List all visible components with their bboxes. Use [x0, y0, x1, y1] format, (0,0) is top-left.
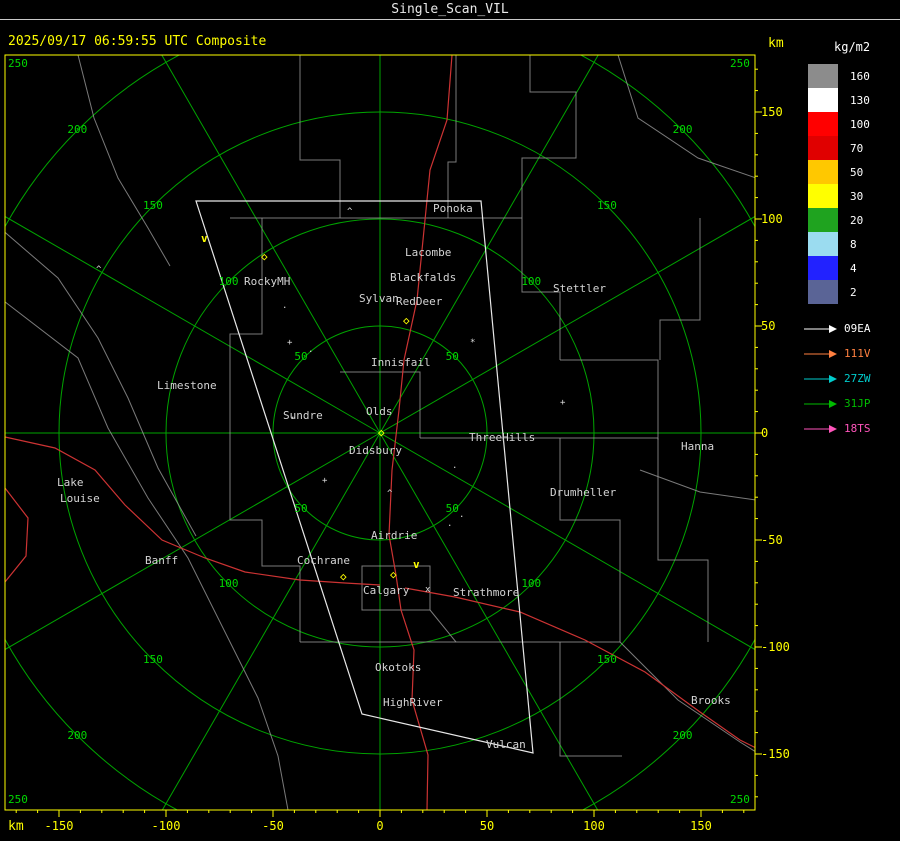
- site-arrow-icon: [804, 374, 837, 383]
- legend-level-row: 50: [800, 160, 900, 184]
- legend-level-value: 100: [850, 117, 870, 131]
- radar-plot-svg: [4, 54, 762, 817]
- legend-color-swatch: [808, 64, 838, 88]
- legend-level-row: 130: [800, 88, 900, 112]
- legend-level-value: 4: [850, 261, 857, 275]
- legend-level-value: 30: [850, 189, 864, 203]
- legend-level-row: 8: [800, 232, 900, 256]
- range-rings-layer: [5, 55, 755, 810]
- legend-level-row: 100: [800, 112, 900, 136]
- legend-level-value: 130: [850, 93, 870, 107]
- site-id-label: 31JP: [844, 397, 871, 410]
- site-id-label: 09EA: [844, 322, 871, 335]
- legend-color-swatch: [808, 88, 838, 112]
- legend-color-swatch: [808, 280, 838, 304]
- site-id-label: 18TS: [844, 422, 871, 435]
- legend-color-levels: 160 130 100 70 50 30 20 8 4 2: [800, 64, 900, 304]
- legend-site-row: 27ZW: [800, 366, 900, 391]
- site-id-label: 27ZW: [844, 372, 871, 385]
- legend-color-swatch: [808, 112, 838, 136]
- site-arrow-icon: [804, 349, 837, 358]
- legend-level-value: 70: [850, 141, 864, 155]
- legend-level-row: 20: [800, 208, 900, 232]
- legend-level-row: 160: [800, 64, 900, 88]
- legend-level-value: 2: [850, 285, 857, 299]
- legend-level-row: 2: [800, 280, 900, 304]
- legend-site-row: 18TS: [800, 416, 900, 441]
- legend-site-row: 31JP: [800, 391, 900, 416]
- site-arrow-icon: [804, 399, 837, 408]
- legend-level-row: 70: [800, 136, 900, 160]
- legend-level-value: 50: [850, 165, 864, 179]
- legend-level-value: 20: [850, 213, 864, 227]
- legend-color-swatch: [808, 208, 838, 232]
- legend-radar-sites: 09EA 111V 27ZW 31JP 18TS: [800, 316, 900, 441]
- legend-level-row: 30: [800, 184, 900, 208]
- legend-level-value: 160: [850, 69, 870, 83]
- legend-site-row: 111V: [800, 341, 900, 366]
- legend-color-swatch: [808, 136, 838, 160]
- site-id-label: 111V: [844, 347, 871, 360]
- legend-unit-label: kg/m2: [834, 40, 871, 54]
- axis-ticks: [15, 68, 762, 817]
- site-arrow-icon: [804, 424, 837, 433]
- legend-level-value: 8: [850, 237, 857, 251]
- legend-level-row: 4: [800, 256, 900, 280]
- scan-area-outline: [195, 200, 534, 754]
- legend-color-swatch: [808, 256, 838, 280]
- legend-site-row: 09EA: [800, 316, 900, 341]
- site-arrow-icon: [804, 324, 837, 333]
- legend-color-swatch: [808, 232, 838, 256]
- legend-color-swatch: [808, 184, 838, 208]
- radar-map-canvas[interactable]: 50 50 50 50 100 100 100 100 150 150 150 150 200 200 20…: [0, 0, 900, 841]
- legend-color-swatch: [808, 160, 838, 184]
- color-scale-legend: kg/m2 160 130 100 70 50 30 20 8 4 2 09EA 111V 27ZW 3…: [800, 40, 900, 441]
